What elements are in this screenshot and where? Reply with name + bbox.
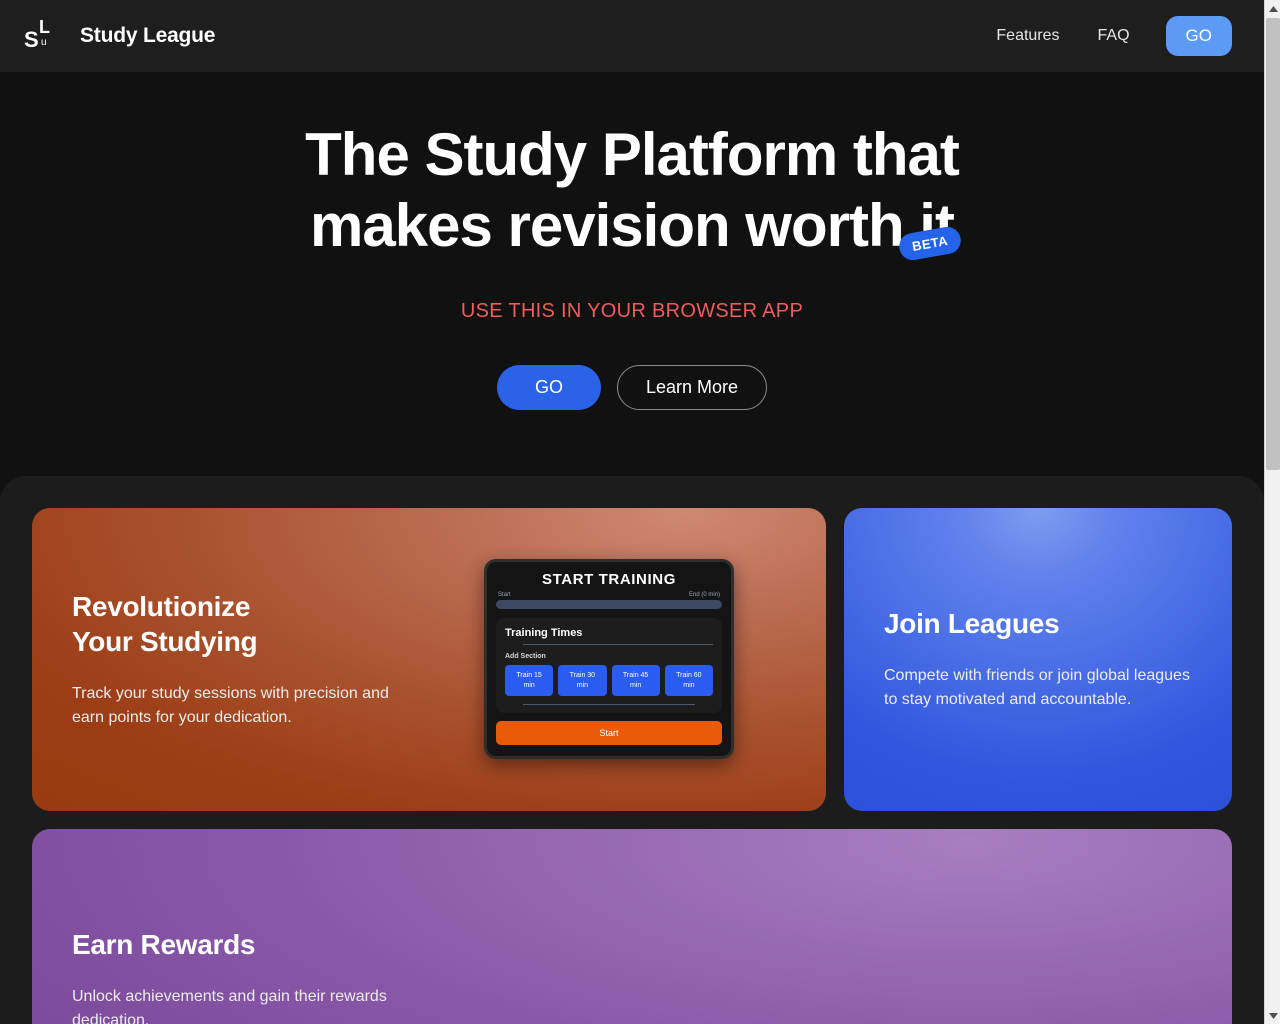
features-section: Revolutionize Your Studying Track your s…: [0, 475, 1264, 1024]
logo-letter-small: u: [41, 37, 47, 48]
scroll-up-arrow-icon[interactable]: [1265, 0, 1280, 17]
training-times-heading: Training Times: [505, 627, 583, 640]
main-nav: Features FAQ GO: [984, 16, 1232, 56]
training-chip-45[interactable]: Train 45 min: [611, 665, 660, 697]
card-earn-rewards-body: Unlock achievements and gain their rewar…: [72, 987, 387, 1024]
hero-title: The Study Platform that makes revision w…: [305, 121, 960, 259]
training-times-panel: Training Times Add Section Train 15 min …: [496, 618, 722, 714]
training-chip-group: Train 15 min Train 30 min Train 45 min T…: [505, 665, 713, 697]
training-widget-bar-labels: Start End (0 min): [496, 592, 722, 600]
site-header: L S u Study League Features FAQ GO: [0, 0, 1264, 72]
logo-letter-main: S: [24, 27, 39, 52]
scrollbar-thumb[interactable]: [1266, 18, 1280, 470]
card-join-leagues[interactable]: Join Leagues Compete with friends or joi…: [844, 507, 1232, 811]
add-section-label: Add Section: [505, 653, 546, 661]
logo-letter-top: L: [39, 17, 50, 37]
training-start-button[interactable]: Start: [496, 721, 722, 746]
nav-go-button[interactable]: GO: [1165, 16, 1232, 56]
nav-link-faq[interactable]: FAQ: [1086, 19, 1142, 53]
card-earn-rewards-heading: Earn Rewards: [72, 929, 256, 961]
page-scrollbar[interactable]: [1264, 0, 1280, 1024]
training-times-divider: [523, 644, 713, 646]
page-viewport: L S u Study League Features FAQ GO BETA …: [0, 0, 1264, 1024]
hero-section: BETA The Study Platform that makes revis…: [0, 72, 1264, 476]
training-widget-frame: START TRAINING Start End (0 min) Trainin…: [484, 559, 734, 760]
card-join-leagues-body: Compete with friends or join global leag…: [884, 666, 1190, 708]
hero-subtitle: USE THIS IN YOUR BROWSER APP: [460, 299, 804, 322]
card-revolutionize-heading: Revolutionize Your Studying: [72, 590, 258, 658]
hero-learn-more-button[interactable]: Learn More: [616, 364, 768, 410]
card-earn-rewards[interactable]: Earn Rewards Unlock achievements and gai…: [32, 828, 1232, 1024]
scroll-down-arrow-icon[interactable]: [1265, 1007, 1280, 1024]
training-widget-mock: START TRAINING Start End (0 min) Trainin…: [484, 559, 734, 760]
training-chip-15[interactable]: Train 15 min: [505, 665, 554, 697]
training-chip-30[interactable]: Train 30 min: [558, 665, 607, 697]
training-bar-start-label: Start: [498, 592, 511, 599]
hero-go-button[interactable]: GO: [496, 364, 601, 410]
card-join-leagues-heading: Join Leagues: [884, 608, 1060, 640]
training-chip-60[interactable]: Train 60 min: [664, 665, 713, 697]
card-revolutionize-body: Track your study sessions with precision…: [72, 684, 389, 726]
training-progress-bar[interactable]: [496, 600, 722, 610]
nav-link-features[interactable]: Features: [984, 19, 1071, 53]
training-times-bottom-divider: [523, 704, 695, 706]
card-revolutionize-text: Revolutionize Your Studying Track your s…: [32, 589, 452, 730]
training-widget-title: START TRAINING: [542, 571, 676, 589]
hero-cta-group: GO Learn More: [0, 364, 1264, 410]
card-revolutionize[interactable]: Revolutionize Your Studying Track your s…: [32, 507, 826, 811]
study-league-logo-icon: L S u: [24, 16, 58, 56]
training-bar-end-label: End (0 min): [688, 592, 720, 599]
brand-name: Study League: [80, 24, 216, 47]
features-cards-row: Revolutionize Your Studying Track your s…: [32, 507, 1232, 811]
brand[interactable]: L S u Study League: [24, 16, 215, 56]
